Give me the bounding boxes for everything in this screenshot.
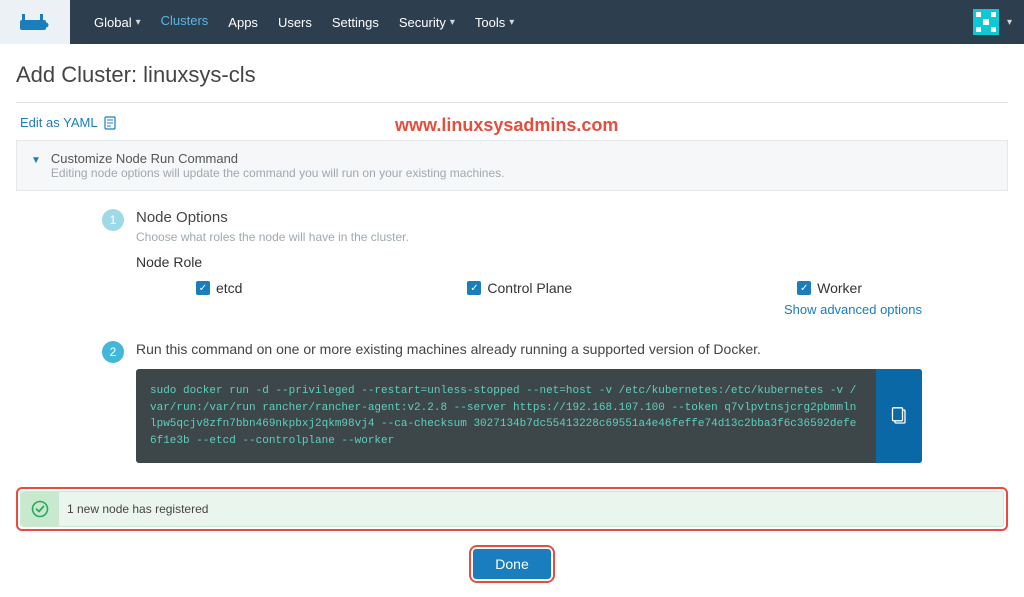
logo-area[interactable]	[0, 0, 70, 44]
nav-right: ▾	[973, 0, 1024, 44]
success-icon-box	[21, 492, 59, 526]
step-1: 1 Node Options Choose what roles the nod…	[16, 209, 1008, 317]
role-worker[interactable]: ✓ Worker	[797, 280, 862, 296]
copy-button[interactable]	[876, 369, 922, 463]
accordion-content: 1 Node Options Choose what roles the nod…	[16, 191, 1008, 463]
step1-title: Node Options	[136, 209, 922, 226]
accordion-header[interactable]: ▼ Customize Node Run Command Editing nod…	[16, 140, 1008, 191]
chevron-down-icon[interactable]: ▾	[1007, 17, 1012, 28]
top-nav: Global ▾ Clusters Apps Users Settings Se…	[0, 0, 1024, 44]
checkbox-checked-icon: ✓	[797, 281, 811, 295]
step1-subtitle: Choose what roles the node will have in …	[136, 230, 922, 244]
step-badge-2: 2	[102, 341, 124, 363]
step2-instruction: Run this command on one or more existing…	[136, 341, 922, 357]
nav-items: Global ▾ Clusters Apps Users Settings Se…	[70, 0, 973, 44]
caret-down-icon: ▼	[31, 155, 41, 166]
done-highlight: Done	[469, 545, 554, 583]
nav-item-settings[interactable]: Settings	[322, 0, 389, 44]
command-text[interactable]: sudo docker run -d --privileged --restar…	[136, 369, 876, 463]
check-circle-icon	[31, 500, 49, 518]
accordion-subtitle: Editing node options will update the com…	[51, 166, 505, 180]
nav-item-apps[interactable]: Apps	[218, 0, 268, 44]
done-button[interactable]: Done	[473, 549, 550, 579]
show-advanced-link[interactable]: Show advanced options	[136, 296, 922, 317]
chevron-down-icon: ▾	[509, 17, 514, 28]
status-banner: 1 new node has registered	[20, 491, 1004, 527]
nav-item-clusters[interactable]: Clusters	[151, 0, 219, 44]
rancher-logo-icon	[18, 12, 52, 32]
nav-item-security[interactable]: Security▾	[389, 0, 465, 44]
checkbox-checked-icon: ✓	[196, 281, 210, 295]
role-controlplane[interactable]: ✓ Control Plane	[467, 280, 572, 296]
accordion-title: Customize Node Run Command	[51, 151, 505, 166]
page-content: Add Cluster: linuxsys-cls Edit as YAML w…	[0, 44, 1024, 463]
status-banner-wrap: 1 new node has registered	[0, 487, 1024, 531]
step-2: 2 Run this command on one or more existi…	[16, 341, 1008, 463]
step-badge-1: 1	[102, 209, 124, 231]
footer-actions: Done	[0, 531, 1024, 597]
nav-item-tools[interactable]: Tools▾	[465, 0, 524, 44]
banner-text: 1 new node has registered	[67, 502, 208, 516]
file-icon	[104, 116, 116, 130]
nav-scope-label: Global	[94, 15, 132, 30]
watermark-text: www.linuxsysadmins.com	[395, 115, 618, 136]
node-role-label: Node Role	[136, 254, 922, 270]
clipboard-icon	[891, 407, 907, 425]
nav-scope[interactable]: Global ▾	[84, 0, 151, 44]
roles-row: ✓ etcd ✓ Control Plane ✓ Worker	[136, 280, 922, 296]
checkbox-checked-icon: ✓	[467, 281, 481, 295]
page-title: Add Cluster: linuxsys-cls	[16, 62, 1008, 102]
chevron-down-icon: ▾	[450, 17, 455, 28]
role-etcd[interactable]: ✓ etcd	[196, 280, 242, 296]
status-banner-highlight: 1 new node has registered	[16, 487, 1008, 531]
nav-item-users[interactable]: Users	[268, 0, 322, 44]
command-block: sudo docker run -d --privileged --restar…	[136, 369, 922, 463]
chevron-down-icon: ▾	[136, 17, 141, 28]
user-avatar-icon[interactable]	[973, 9, 999, 35]
edit-yaml-label: Edit as YAML	[20, 115, 98, 130]
